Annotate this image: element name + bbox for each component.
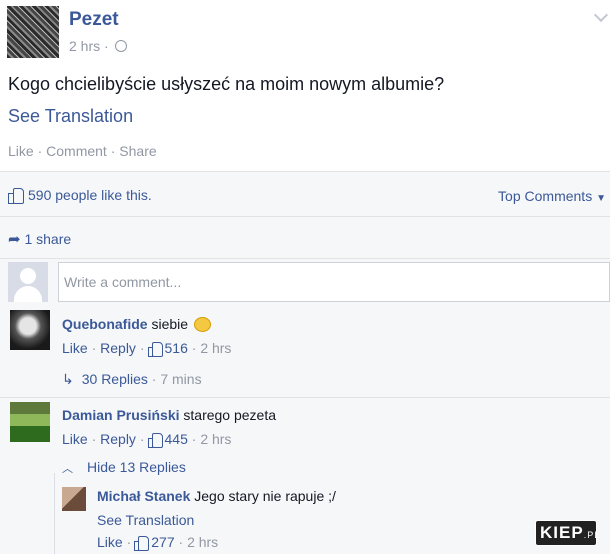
thumbs-up-icon [134,536,150,551]
comment-like-count[interactable]: 445 [165,431,188,447]
share-link[interactable]: Share [119,143,156,159]
replier-avatar[interactable] [62,487,86,511]
thumbs-up-icon [147,342,163,357]
commenter-avatar[interactable] [10,402,50,442]
reply-time[interactable]: 2 hrs [187,534,218,550]
likes-summary[interactable]: 590 people like this. [8,187,152,204]
comment-text-line: Damian Prusiński starego pezeta [62,407,276,423]
shares-summary[interactable]: ➦ 1 share [8,230,71,248]
comment-composer [0,259,610,306]
comment-item: Quebonafide siebie Like · Reply · 516 · 2… [0,307,610,397]
view-replies-link[interactable]: ↳ 30 Replies · 7 mins [62,371,202,388]
reply-see-translation-link[interactable]: See Translation [97,512,194,528]
share-arrow-icon: ➦ [8,231,21,248]
caret-down-icon: ▼ [596,193,606,204]
comment-reply-link[interactable]: Reply [100,340,136,356]
reply-like-count[interactable]: 277 [151,534,174,550]
smiley-emoji-icon [193,317,211,332]
chevron-down-icon[interactable] [593,7,609,23]
comment-actions: Like · Reply · 516 · 2 hrs [62,340,232,357]
comment-time[interactable]: 2 hrs [200,431,231,447]
comment-input[interactable] [58,262,610,302]
author-name[interactable]: Pezet [69,9,119,31]
comment-actions: Like · Reply · 445 · 2 hrs [62,431,232,448]
like-link[interactable]: Like [8,143,34,159]
site-watermark: KIEP.PL [535,520,599,546]
post-meta: 2 hrs · [69,38,127,54]
author-avatar[interactable] [7,6,59,58]
comment-like-link[interactable]: Like [62,431,88,447]
comment-link[interactable]: Comment [46,143,107,159]
replier-name[interactable]: Michał Stanek [97,488,190,504]
comment-body: starego pezeta [183,407,277,423]
ufi-section: 590 people like this. Top Comments ▼ ➦ 1… [0,171,610,554]
comment-time[interactable]: 2 hrs [200,340,231,356]
post: Pezet 2 hrs · Kogo chcielibyście usłysze… [0,0,610,171]
reply-text-line: Michał Stanek Jego stary nie rapuje ;/ [97,488,336,504]
comment-body: siebie [151,316,189,332]
likes-row: 590 people like this. Top Comments ▼ [0,172,610,217]
thumbs-up-icon [8,188,24,204]
globe-icon[interactable] [114,40,127,52]
top-comments-dropdown[interactable]: Top Comments ▼ [498,188,606,204]
reply-body: Jego stary nie rapuje ;/ [194,488,336,504]
thumbs-up-icon [147,433,163,448]
comment-reply-link[interactable]: Reply [100,431,136,447]
comment-text-line: Quebonafide siebie [62,316,211,332]
shares-row: ➦ 1 share [0,217,610,259]
commenter-name[interactable]: Quebonafide [62,316,148,332]
comment-like-count[interactable]: 516 [165,340,188,356]
reply-like-link[interactable]: Like [97,534,123,550]
comment-item: Damian Prusiński starego pezeta Like · R… [0,397,610,475]
replies-time: 7 mins [160,371,202,387]
reply-actions: Like · 277 · 2 hrs [97,534,219,551]
reply-arrow-icon: ↳ [62,371,74,387]
reply-item: Michał Stanek Jego stary nie rapuje ;/ S… [54,473,610,554]
comment-like-link[interactable]: Like [62,340,88,356]
post-time[interactable]: 2 hrs [69,38,100,54]
see-translation-link[interactable]: See Translation [8,106,133,127]
commenter-name[interactable]: Damian Prusiński [62,407,180,423]
commenter-avatar[interactable] [10,310,50,350]
viewer-avatar [8,262,48,302]
post-actions: Like · Comment · Share [8,143,157,159]
post-text: Kogo chcielibyście usłyszeć na moim nowy… [8,74,445,94]
